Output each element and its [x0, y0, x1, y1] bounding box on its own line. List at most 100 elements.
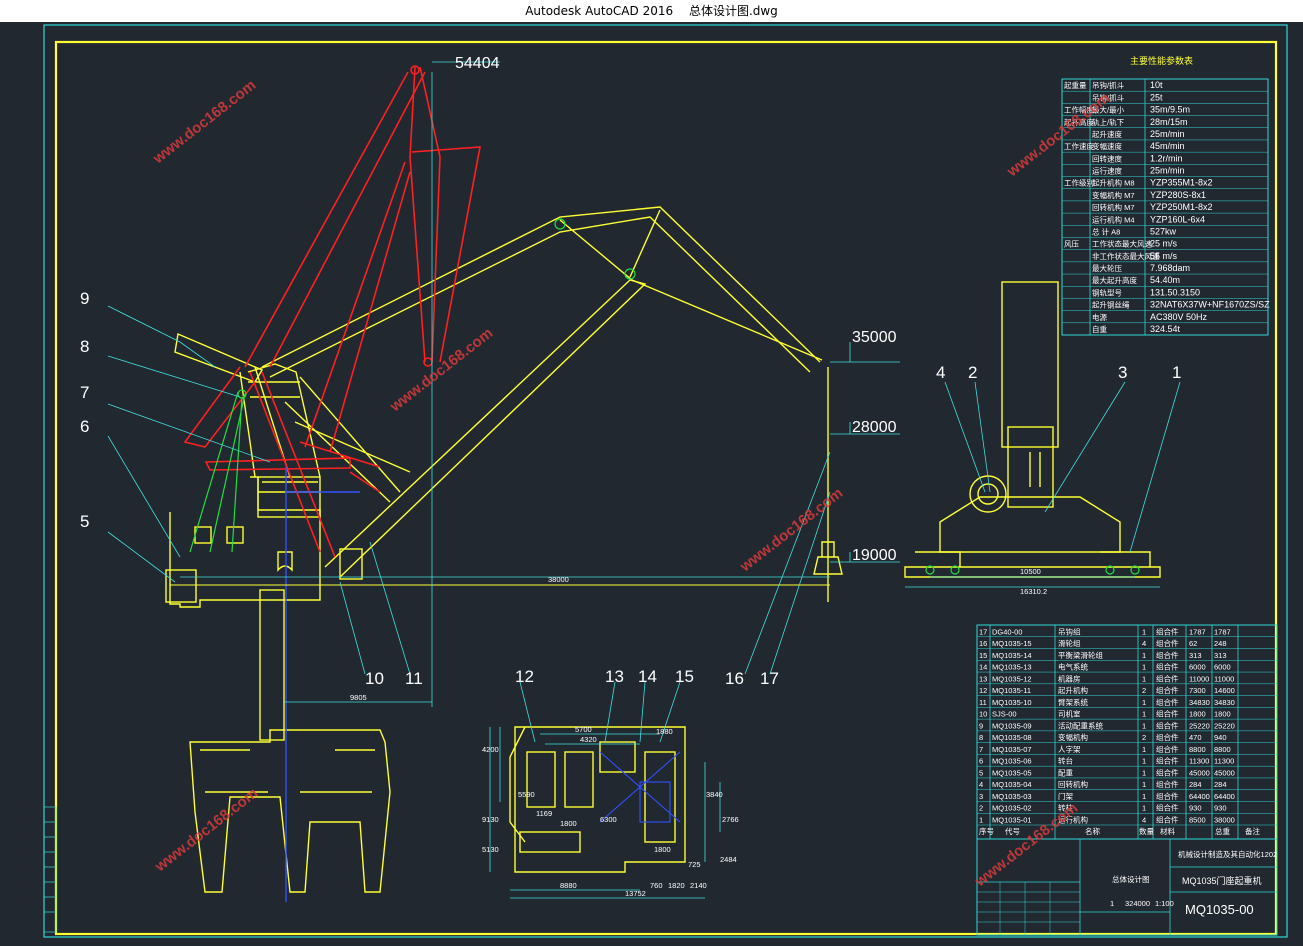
perf-row-category: 工作速度	[1064, 141, 1094, 151]
bom-table: 17 DG40-00 吊钩组 1 组合件 1787 178716 MQ1035-15 滑轮组 4 组…	[976, 624, 1278, 840]
perf-row-item: 起升速度	[1092, 129, 1122, 139]
dim-plan-5130: 5130	[482, 845, 499, 854]
bom-code: MQ1035-14	[992, 651, 1032, 660]
bom-code: MQ1035-03	[992, 792, 1032, 801]
bom-material: 组合件	[1156, 673, 1179, 683]
part-label-17: 17	[760, 669, 779, 688]
file-name: 总体设计图.dwg	[688, 4, 778, 18]
part-label-14: 14	[638, 667, 657, 686]
bom-name: 变幅机构	[1058, 732, 1088, 742]
bom-code: MQ1035-12	[992, 674, 1032, 683]
part-label-3: 3	[1118, 363, 1127, 382]
perf-row-item: 自重	[1092, 324, 1108, 334]
dim-plan-9130: 9130	[482, 815, 499, 824]
assembly-label: 总体设计图	[1112, 874, 1150, 884]
crane-front-view: 10500 16310.2 4 2 3 1	[904, 281, 1181, 596]
perf-row-item: 总 计 A8	[1092, 226, 1120, 236]
part-label-6: 6	[80, 417, 89, 436]
part-label-5: 5	[80, 512, 89, 531]
part-label-10: 10	[365, 669, 384, 688]
perf-row-item: 最大轮压	[1092, 263, 1122, 273]
bom-name: 人字架	[1058, 744, 1081, 754]
bom-no: 5	[979, 768, 983, 777]
bom-no: 10	[979, 710, 987, 719]
bom-unit-weight: 7300	[1189, 686, 1206, 695]
elevation-2: 35000	[852, 329, 897, 346]
bom-qty: 1	[1142, 651, 1146, 660]
bom-unit-weight: 1800	[1189, 710, 1206, 719]
bom-header-qty: 数量	[1139, 826, 1155, 836]
perf-row-value: 25t	[1150, 92, 1163, 102]
bom-unit-weight: 62	[1189, 639, 1197, 648]
bom-total-weight: 64400	[1214, 792, 1235, 801]
dim-plan-1169: 1169	[536, 809, 552, 818]
bom-qty: 1	[1142, 698, 1146, 707]
company-name: 机械设计制造及其自动化1202	[1178, 849, 1277, 859]
perf-row-item: 运行速度	[1092, 166, 1122, 176]
bom-no: 2	[979, 804, 983, 813]
performance-table-title: 主要性能参数表	[1130, 55, 1193, 66]
drawing-scale: 1:100	[1155, 899, 1174, 908]
perf-row-item: 回转机构 M7	[1092, 202, 1135, 212]
bom-code: MQ1035-06	[992, 757, 1032, 766]
perf-row-item: 电源	[1092, 312, 1108, 322]
bom-qty: 1	[1142, 627, 1146, 636]
bom-unit-weight: 8800	[1189, 745, 1206, 754]
bom-no: 1	[979, 816, 983, 825]
dim-plan-6300: 6300	[600, 815, 617, 824]
bom-no: 8	[979, 733, 983, 742]
bom-header-note: 备注	[1245, 826, 1261, 836]
perf-row-item: 工作状态最大风速	[1092, 239, 1152, 249]
bom-no: 9	[979, 721, 983, 730]
part-label-15: 15	[675, 667, 694, 686]
perf-row-item: 变幅机构 M7	[1092, 190, 1135, 200]
app-name: Autodesk AutoCAD 2016	[525, 4, 674, 18]
dim-plan-5590: 5590	[518, 790, 535, 799]
bom-material: 组合件	[1156, 662, 1179, 672]
bom-qty: 4	[1142, 639, 1146, 648]
perf-row-item: 吊钩/抓斗	[1092, 80, 1125, 90]
bom-qty: 1	[1142, 804, 1146, 813]
dim-plan-1820: 1820	[668, 881, 685, 890]
dim-plan-5700: 5700	[575, 725, 592, 734]
bom-qty: 1	[1142, 757, 1146, 766]
dim-plan-3840: 3840	[706, 790, 723, 799]
bom-code: MQ1035-11	[992, 686, 1031, 695]
bom-code: MQ1035-15	[992, 639, 1032, 648]
bom-header-no: 序号	[979, 826, 994, 836]
machine-room-plan: 5700 4320 1880 8880 13752 760 1820 2140 …	[482, 667, 739, 899]
dim-plan-4200: 4200	[482, 745, 499, 754]
dim-base-span: 9805	[350, 693, 367, 702]
bom-unit-weight: 11000	[1189, 674, 1209, 683]
bom-no: 3	[979, 792, 983, 801]
bom-unit-weight: 313	[1189, 651, 1202, 660]
bom-qty: 1	[1142, 768, 1146, 777]
perf-row-item: 起升机构 M8	[1092, 178, 1135, 188]
dim-plan-13752: 13752	[625, 889, 646, 898]
perf-row-value: YZP355M1-8x2	[1150, 178, 1213, 188]
drawing-canvas[interactable]: 54404 35000 28000 19000 38000 9805 9 8 7…	[0, 22, 1303, 941]
dim-plan-2140: 2140	[690, 881, 707, 890]
bom-total-weight: 34830	[1214, 698, 1235, 707]
bom-code: MQ1035-05	[992, 768, 1032, 777]
elevation-1: 54404	[455, 55, 500, 72]
perf-row-value: 55 m/s	[1150, 251, 1178, 261]
bom-total-weight: 14600	[1214, 686, 1235, 695]
bom-rows: 17 DG40-00 吊钩组 1 组合件 1787 178716 MQ1035-15 滑轮组 4 组…	[977, 624, 1277, 826]
bom-total-weight: 1787	[1214, 627, 1231, 636]
bom-name: 配重	[1058, 768, 1074, 777]
bom-unit-weight: 1787	[1189, 627, 1206, 636]
bom-name: 门架	[1058, 792, 1074, 801]
dim-plan-1880: 1880	[656, 727, 673, 736]
bom-qty: 1	[1142, 674, 1146, 683]
dim-plan-2766: 2766	[722, 815, 739, 824]
bom-unit-weight: 930	[1189, 804, 1202, 813]
bom-no: 7	[979, 745, 983, 754]
bom-unit-weight: 470	[1189, 733, 1202, 742]
part-label-2: 2	[968, 363, 977, 382]
part-label-9: 9	[80, 289, 89, 308]
part-label-4: 4	[936, 363, 945, 382]
perf-row-value: 324.54t	[1150, 324, 1181, 334]
dim-front-b: 16310.2	[1020, 587, 1047, 596]
bom-qty: 1	[1142, 721, 1146, 730]
